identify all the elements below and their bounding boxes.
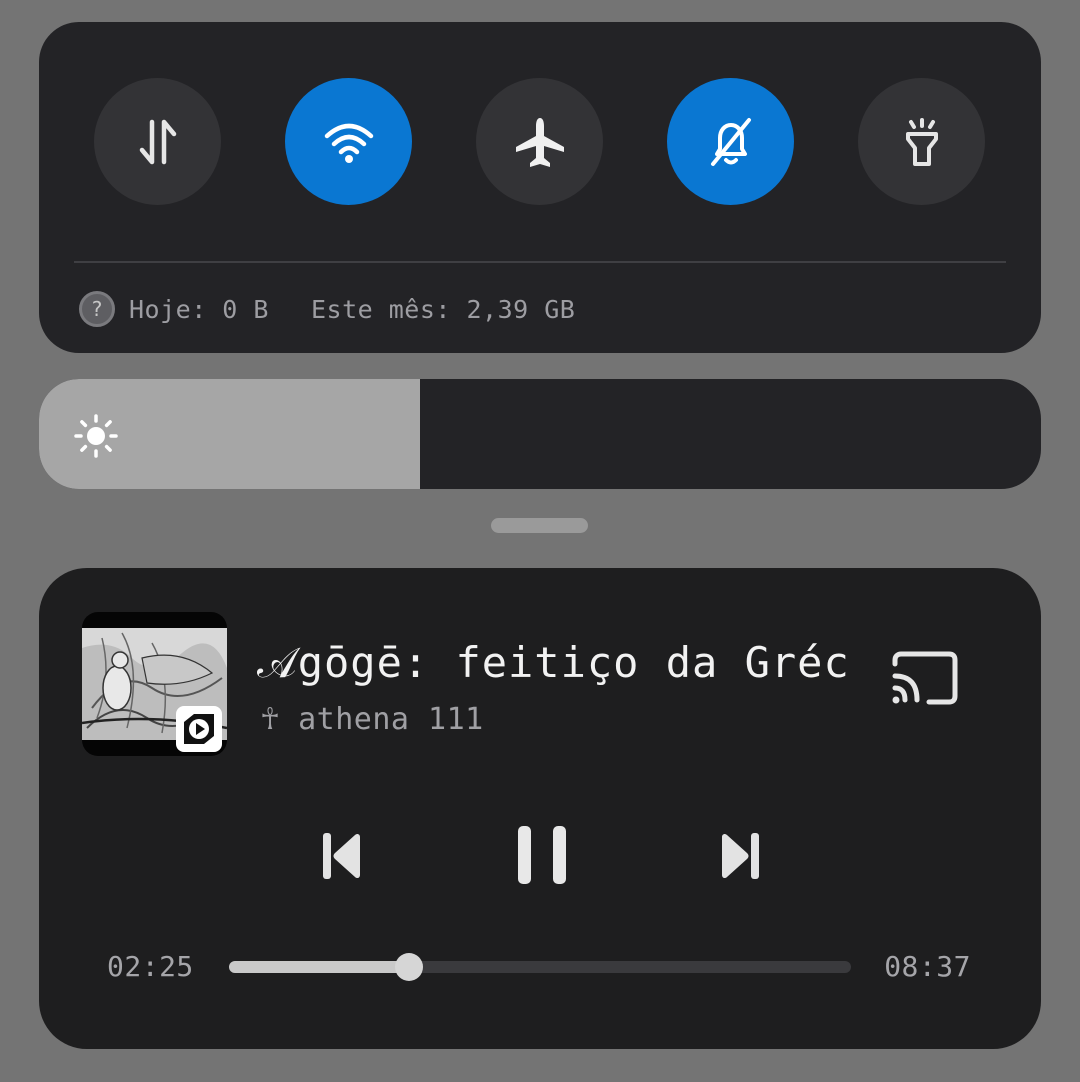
- airplane-icon: [515, 117, 564, 167]
- data-usage-month: Este mês: 2,39 GB: [310, 294, 576, 324]
- mobile-data-toggle[interactable]: [94, 78, 221, 205]
- do-not-disturb-toggle[interactable]: [667, 78, 794, 205]
- flashlight-icon: [905, 117, 938, 166]
- help-icon: ?: [79, 291, 115, 327]
- play-app-icon: [176, 706, 222, 752]
- track-title: 𝒜gōgē: feitiço da Gréc...: [257, 638, 857, 687]
- elapsed-time: 02:25: [107, 950, 194, 983]
- previous-button[interactable]: [317, 826, 367, 886]
- data-transfer-arrows-icon: [139, 119, 176, 164]
- quick-settings-panel: ? Hoje: 0 B Este mês: 2,39 GB: [39, 22, 1041, 353]
- media-player: 𝒜gōgē: feitiço da Gréc... ☥ athena 111 0…: [39, 568, 1041, 1049]
- brightness-slider[interactable]: [39, 379, 1041, 489]
- divider: [74, 261, 1006, 263]
- pause-button[interactable]: [511, 820, 573, 890]
- seek-bar-thumb[interactable]: [395, 953, 424, 981]
- album-art: [82, 612, 227, 756]
- wifi-toggle[interactable]: [285, 78, 412, 205]
- track-artist: ☥ athena 111: [261, 702, 484, 737]
- bell-off-icon: [710, 117, 751, 166]
- data-usage-row[interactable]: ? Hoje: 0 B Este mês: 2,39 GB: [79, 288, 575, 330]
- cast-icon[interactable]: [889, 650, 961, 706]
- wifi-icon: [324, 123, 373, 163]
- data-usage-today: Hoje: 0 B: [129, 294, 269, 324]
- skip-next-icon: [722, 833, 759, 879]
- flashlight-toggle[interactable]: [858, 78, 985, 205]
- pause-icon: [518, 826, 566, 884]
- total-duration: 08:37: [884, 950, 971, 983]
- seek-bar-progress: [229, 961, 410, 973]
- seek-bar[interactable]: [229, 953, 851, 981]
- airplane-mode-toggle[interactable]: [476, 78, 603, 205]
- sun-icon: [74, 414, 118, 458]
- skip-previous-icon: [323, 833, 360, 879]
- drag-handle[interactable]: [491, 518, 588, 533]
- next-button[interactable]: [715, 826, 765, 886]
